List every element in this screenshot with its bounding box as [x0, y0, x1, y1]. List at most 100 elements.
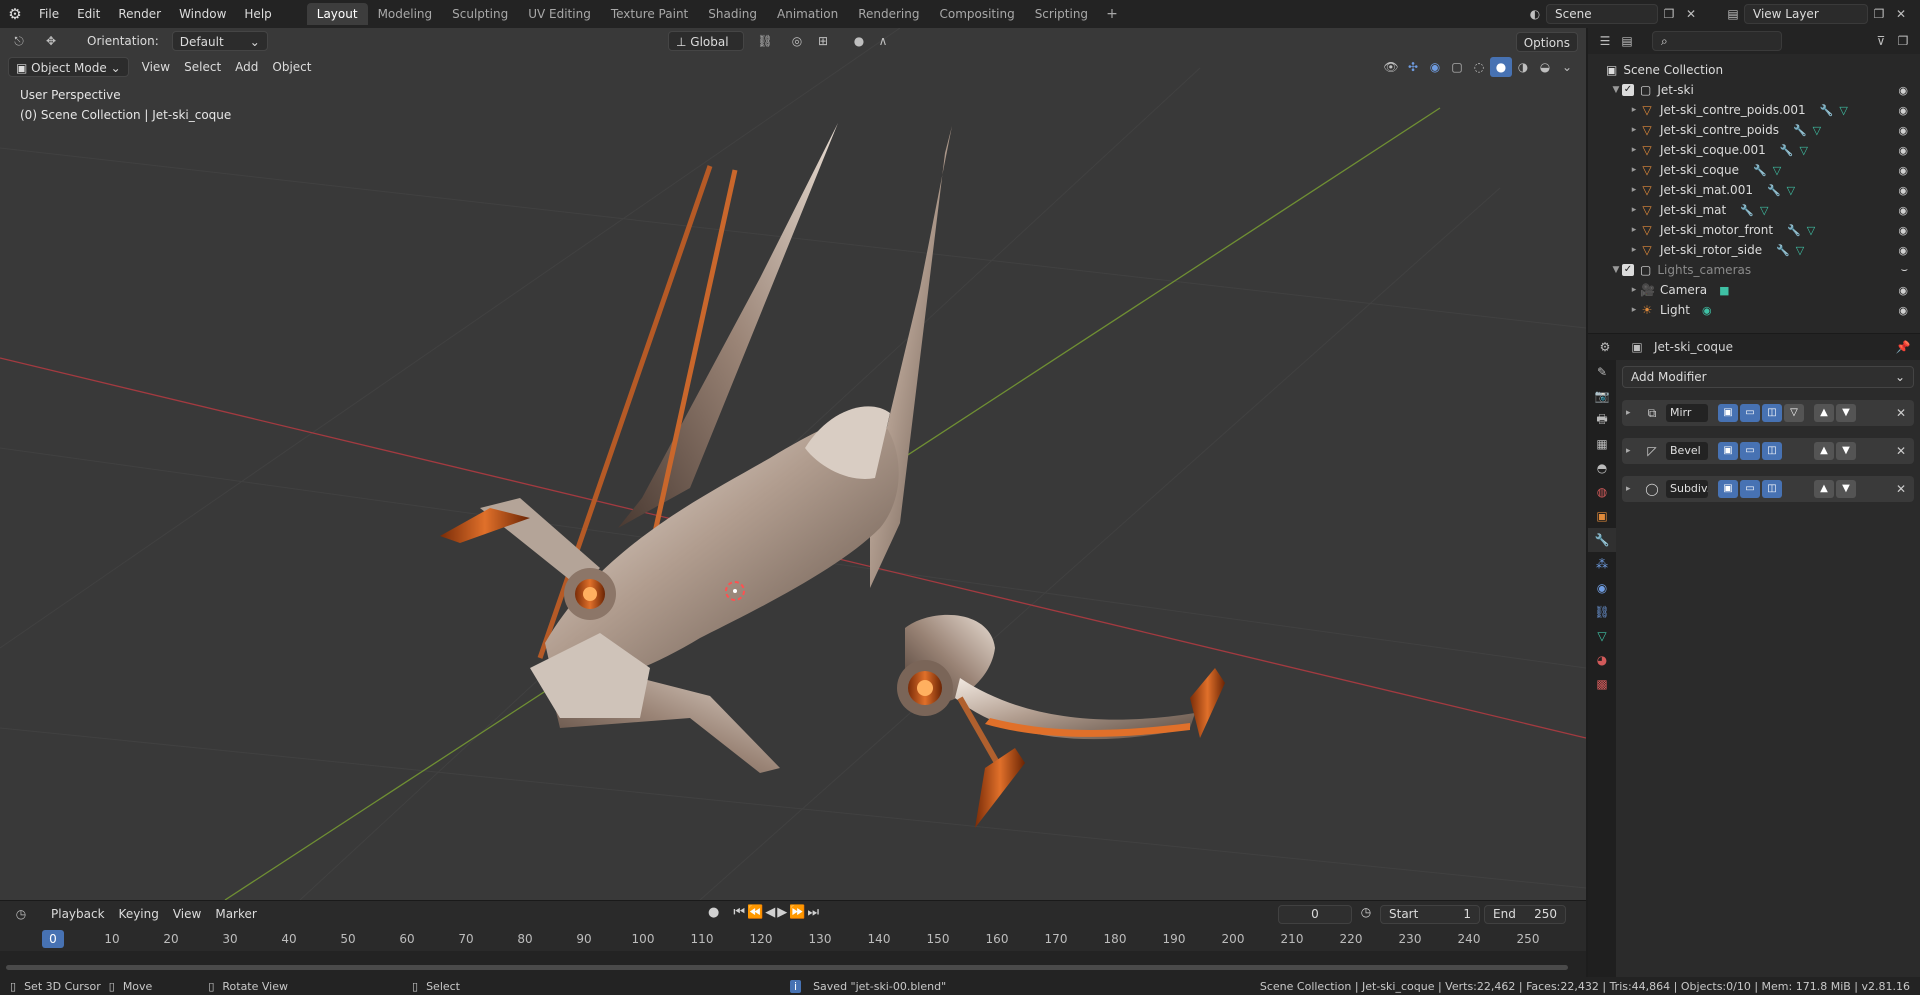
- view-layer-tab-icon[interactable]: ▦: [1588, 432, 1616, 456]
- current-frame-marker[interactable]: 0: [42, 930, 64, 948]
- eye-icon[interactable]: ◉: [1898, 224, 1908, 237]
- play-reverse-icon[interactable]: ◀: [765, 905, 775, 920]
- tab-rendering[interactable]: Rendering: [848, 3, 929, 25]
- filter-icon[interactable]: ⊽: [1870, 31, 1892, 51]
- object-mode-dropdown[interactable]: ▣ Object Mode ⌄: [8, 57, 129, 77]
- menu-marker[interactable]: Marker: [208, 904, 263, 924]
- move-down-icon[interactable]: ▼: [1836, 404, 1856, 422]
- modifier-row[interactable]: ▸ ◯ Subdiv... ▣▭◫ ▲▼ ✕: [1622, 476, 1914, 502]
- add-modifier-dropdown[interactable]: Add Modifier ⌄: [1622, 366, 1914, 388]
- tab-animation[interactable]: Animation: [767, 3, 848, 25]
- texture-tab-icon[interactable]: ▩: [1588, 672, 1616, 696]
- jet-ski-model[interactable]: [440, 123, 1225, 828]
- mesh-data-tab-icon[interactable]: ▽: [1588, 624, 1616, 648]
- eye-icon[interactable]: ◉: [1898, 104, 1908, 117]
- modifier-icon[interactable]: 🔧: [1780, 144, 1794, 157]
- modifier-icon[interactable]: 🔧: [1776, 244, 1790, 257]
- tab-scripting[interactable]: Scripting: [1025, 3, 1098, 25]
- expand-toggle-icon[interactable]: ▸: [1628, 225, 1640, 235]
- expand-toggle-icon[interactable]: ▸: [1628, 245, 1640, 255]
- editor-type-icon[interactable]: ◷: [10, 904, 32, 924]
- outliner-row-object[interactable]: ▸ ▽ Jet-ski_mat.001 🔧 ▽ ◉: [1588, 180, 1920, 200]
- expand-toggle-icon[interactable]: ▸: [1626, 484, 1640, 494]
- scene-tab-icon[interactable]: ◓: [1588, 456, 1616, 480]
- chevron-down-icon[interactable]: ⌄: [1556, 57, 1578, 77]
- constraints-tab-icon[interactable]: ⛓: [1588, 600, 1616, 624]
- object-tab-icon[interactable]: ▣: [1588, 504, 1616, 528]
- modifier-icon[interactable]: 🔧: [1740, 204, 1754, 217]
- expand-toggle-icon[interactable]: ▸: [1628, 105, 1640, 115]
- remove-modifier-icon[interactable]: ✕: [1896, 482, 1906, 496]
- menu-add[interactable]: Add: [228, 57, 265, 77]
- viewport-toggle-icon[interactable]: ▭: [1740, 480, 1760, 498]
- mesh-data-icon[interactable]: ▽: [1813, 124, 1821, 137]
- exclude-checkbox[interactable]: ✓: [1622, 264, 1634, 276]
- prev-keyframe-icon[interactable]: ⏪: [747, 905, 763, 920]
- render-toggle-icon[interactable]: ◫: [1762, 404, 1782, 422]
- eye-icon[interactable]: ◉: [1898, 84, 1908, 97]
- render-toggle-icon[interactable]: ◫: [1762, 480, 1782, 498]
- remove-modifier-icon[interactable]: ✕: [1896, 444, 1906, 458]
- gizmo-icon[interactable]: ✣: [1402, 57, 1424, 77]
- tab-texture-paint[interactable]: Texture Paint: [601, 3, 698, 25]
- eye-icon[interactable]: ◉: [1898, 304, 1908, 317]
- move-down-icon[interactable]: ▼: [1836, 442, 1856, 460]
- material-tab-icon[interactable]: ◕: [1588, 648, 1616, 672]
- outliner-row-object[interactable]: ▸ ▽ Jet-ski_coque.001 🔧 ▽ ◉: [1588, 140, 1920, 160]
- modifier-name-field[interactable]: Bevel: [1666, 442, 1708, 460]
- editor-type-icon[interactable]: ⎋: [8, 31, 30, 51]
- mesh-data-icon[interactable]: ▽: [1839, 104, 1847, 117]
- editmode-toggle-icon[interactable]: ▣: [1718, 404, 1738, 422]
- eye-icon[interactable]: ◉: [1898, 284, 1908, 297]
- outliner-row-object[interactable]: ▸ ▽ Jet-ski_contre_poids 🔧 ▽ ◉: [1588, 120, 1920, 140]
- expand-toggle-icon[interactable]: ▸: [1628, 125, 1640, 135]
- move-down-icon[interactable]: ▼: [1836, 480, 1856, 498]
- jump-start-icon[interactable]: ⏮: [733, 905, 745, 920]
- outliner-row-collection[interactable]: ▼ ✓ ▢ Jet-ski ◉: [1588, 80, 1920, 100]
- jump-end-icon[interactable]: ⏭: [807, 905, 819, 920]
- viewport-toggle-icon[interactable]: ▭: [1740, 404, 1760, 422]
- move-up-icon[interactable]: ▲: [1814, 404, 1834, 422]
- outliner-row-object[interactable]: ▸ ▽ Jet-ski_contre_poids.001 🔧 ▽ ◉: [1588, 100, 1920, 120]
- move-up-icon[interactable]: ▲: [1814, 442, 1834, 460]
- expand-toggle-icon[interactable]: ▸: [1628, 305, 1640, 315]
- orientation-dropdown[interactable]: Default ⌄: [171, 31, 268, 51]
- new-view-layer-icon[interactable]: ❐: [1868, 4, 1890, 24]
- outliner-row-object[interactable]: ▸ 🎥 Camera ■ ◉: [1588, 280, 1920, 300]
- outliner-row-object[interactable]: ▸ ▽ Jet-ski_mat 🔧 ▽ ◉: [1588, 200, 1920, 220]
- outliner-row-scene-collection[interactable]: ▣ Scene Collection: [1588, 60, 1920, 80]
- current-frame-field[interactable]: 0: [1278, 905, 1352, 924]
- modifier-row[interactable]: ▸ ◸ Bevel ▣ ▭ ◫ ▲ ▼ ✕: [1622, 438, 1914, 464]
- mesh-data-icon[interactable]: ▽: [1799, 144, 1807, 157]
- mesh-data-icon[interactable]: ▽: [1773, 164, 1781, 177]
- menu-file[interactable]: File: [30, 0, 68, 28]
- eye-icon[interactable]: ◉: [1898, 204, 1908, 217]
- eye-icon[interactable]: ◉: [1898, 184, 1908, 197]
- camera-data-icon[interactable]: ■: [1719, 284, 1729, 297]
- menu-window[interactable]: Window: [170, 0, 235, 28]
- menu-object[interactable]: Object: [265, 57, 318, 77]
- light-data-icon[interactable]: ◉: [1702, 304, 1712, 317]
- pivot-icon[interactable]: ⛓: [754, 31, 776, 51]
- particles-tab-icon[interactable]: ⁂: [1588, 552, 1616, 576]
- expand-toggle-icon[interactable]: ▸: [1626, 446, 1640, 456]
- expand-toggle-icon[interactable]: ▸: [1628, 165, 1640, 175]
- move-up-icon[interactable]: ▲: [1814, 480, 1834, 498]
- expand-toggle-icon[interactable]: ▼: [1610, 85, 1622, 95]
- view-layer-icon[interactable]: ▤: [1722, 4, 1744, 24]
- tab-modeling[interactable]: Modeling: [368, 3, 443, 25]
- editor-type-icon[interactable]: ⚙: [1594, 337, 1616, 357]
- expand-toggle-icon[interactable]: ▸: [1626, 408, 1640, 418]
- xray-icon[interactable]: ▢: [1446, 57, 1468, 77]
- tab-uv-editing[interactable]: UV Editing: [518, 3, 601, 25]
- start-frame-field[interactable]: Start 1: [1380, 905, 1480, 924]
- menu-keying[interactable]: Keying: [112, 904, 166, 924]
- physics-tab-icon[interactable]: ◉: [1588, 576, 1616, 600]
- editmode-toggle-icon[interactable]: ▣: [1718, 442, 1738, 460]
- modifier-icon[interactable]: 🔧: [1820, 104, 1834, 117]
- move-tool-icon[interactable]: ✥: [40, 31, 62, 51]
- proportional-edit-icon[interactable]: ●: [848, 31, 870, 51]
- menu-edit[interactable]: Edit: [68, 0, 109, 28]
- mesh-data-icon[interactable]: ▽: [1760, 204, 1768, 217]
- new-scene-icon[interactable]: ❐: [1658, 4, 1680, 24]
